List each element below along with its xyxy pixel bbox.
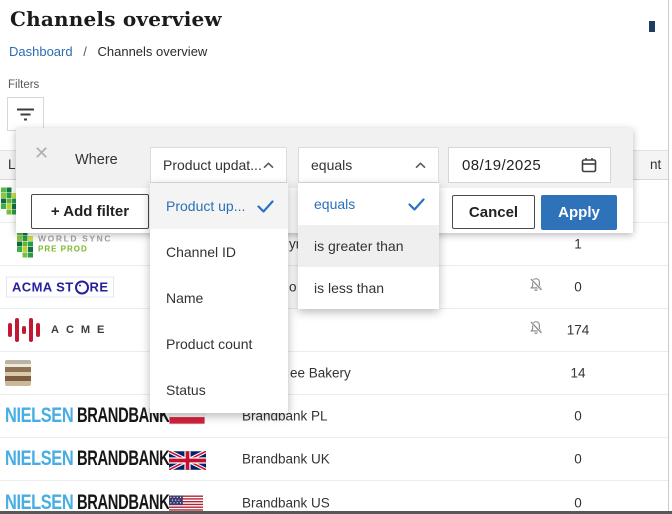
table-row[interactable]: NIELSEN BRANDBANK Brandbank UK 0 bbox=[0, 438, 668, 481]
channel-name: Brandbank UK bbox=[242, 452, 330, 467]
breadcrumb: Dashboard / Channels overview bbox=[9, 44, 207, 59]
acma-logo-text: ACMA ST bbox=[12, 280, 74, 295]
nielsen-logo-text: NIELSEN bbox=[5, 404, 73, 428]
channel-name: Brandbank US bbox=[242, 495, 330, 510]
menu-item-product-count[interactable]: Product count bbox=[150, 321, 288, 367]
product-count-value: 0 bbox=[558, 409, 598, 424]
chevron-up-icon bbox=[263, 162, 274, 169]
calendar-icon bbox=[581, 157, 597, 173]
product-count-column-header: nt bbox=[650, 157, 661, 172]
filter-toggle-button[interactable] bbox=[7, 97, 44, 131]
worldsync-preprod-text: PRE PROD bbox=[38, 244, 112, 253]
green-mosaic-logo-icon bbox=[1, 188, 17, 215]
filter-operator-value: equals bbox=[311, 157, 352, 173]
acma-logo-text2: RE bbox=[90, 280, 109, 295]
filter-operator-menu: equals is greater than is less than bbox=[298, 183, 439, 309]
filter-operator-dropdown[interactable]: equals bbox=[298, 147, 439, 183]
menu-item-label: Channel ID bbox=[166, 244, 236, 260]
menu-item-channel-id[interactable]: Channel ID bbox=[150, 229, 288, 275]
table-row[interactable]: ee Bakery 14 bbox=[0, 352, 668, 395]
window-right-border bbox=[668, 0, 669, 511]
remove-filter-icon[interactable]: ✕ bbox=[34, 144, 49, 162]
menu-item-equals[interactable]: equals bbox=[298, 183, 439, 225]
uk-flag-icon bbox=[169, 451, 206, 470]
green-mosaic-logo-icon bbox=[17, 231, 33, 258]
channel-name-fragment: ee Bakery bbox=[290, 366, 351, 381]
menu-item-label: Name bbox=[166, 290, 203, 306]
menu-item-name[interactable]: Name bbox=[150, 275, 288, 321]
acme-logo: ACME bbox=[8, 317, 111, 343]
notifications-off-icon bbox=[528, 320, 544, 341]
menu-item-label: Product count bbox=[166, 336, 252, 352]
where-label: Where bbox=[75, 152, 118, 168]
acme-bars-icon bbox=[8, 317, 40, 343]
product-count-value: 14 bbox=[558, 366, 598, 381]
worldsync-logo: WORLD SYNC PRE PROD bbox=[38, 235, 112, 254]
table-row[interactable]: NIELSEN BRANDBANK Brandbank US 0 bbox=[0, 481, 668, 514]
bakery-photo-logo bbox=[5, 360, 31, 386]
nielsen-logo-text: NIELSEN bbox=[5, 447, 73, 471]
cancel-button[interactable]: Cancel bbox=[452, 195, 535, 229]
table-row[interactable]: NIELSEN BRANDBANK Brandbank PL 0 bbox=[0, 395, 668, 438]
brandbank-logo-text: BRANDBANK bbox=[77, 447, 169, 471]
filter-lines-icon bbox=[16, 107, 35, 122]
apply-button[interactable]: Apply bbox=[541, 195, 617, 230]
channels-overview-page: Channels overview Dashboard / Channels o… bbox=[0, 0, 672, 514]
worldsync-logo-text: WORLD SYNC bbox=[38, 235, 112, 245]
notifications-off-icon bbox=[528, 277, 544, 298]
filter-date-input[interactable]: 08/19/2025 bbox=[448, 147, 611, 183]
breadcrumb-dashboard-link[interactable]: Dashboard bbox=[9, 44, 73, 59]
filter-field-menu: Product up... Channel ID Name Product co… bbox=[150, 183, 288, 413]
breadcrumb-current: Channels overview bbox=[97, 44, 207, 59]
menu-item-product-updated[interactable]: Product up... bbox=[150, 183, 288, 229]
menu-item-label: Status bbox=[166, 382, 206, 398]
menu-item-status[interactable]: Status bbox=[150, 367, 288, 413]
channel-name-fragment: o bbox=[289, 280, 297, 295]
menu-item-label: Product up... bbox=[166, 198, 245, 214]
chevron-up-icon bbox=[415, 162, 426, 169]
filter-field-value: Product updat... bbox=[163, 157, 262, 173]
product-count-value: 0 bbox=[558, 495, 598, 510]
menu-item-is-greater-than[interactable]: is greater than bbox=[298, 225, 439, 267]
acma-globe-o-icon bbox=[75, 280, 89, 294]
product-count-value: 174 bbox=[558, 323, 598, 338]
checkmark-icon bbox=[408, 198, 425, 211]
menu-item-label: is greater than bbox=[314, 238, 404, 254]
page-title: Channels overview bbox=[10, 7, 222, 31]
menu-item-is-less-than[interactable]: is less than bbox=[298, 267, 439, 309]
menu-item-label: equals bbox=[314, 196, 355, 212]
logo-column-header: L bbox=[8, 157, 16, 172]
filter-field-dropdown[interactable]: Product updat... bbox=[150, 147, 287, 183]
acma-store-logo: ACMA ST RE bbox=[6, 277, 114, 298]
add-filter-button[interactable]: + Add filter bbox=[31, 194, 149, 229]
table-row[interactable]: ACME 174 bbox=[0, 309, 668, 352]
acme-logo-text: ACME bbox=[51, 324, 111, 336]
product-count-value: 0 bbox=[558, 280, 598, 295]
filters-label: Filters bbox=[8, 79, 39, 91]
breadcrumb-separator: / bbox=[83, 44, 87, 59]
product-count-value: 1 bbox=[558, 237, 598, 252]
menu-item-label: is less than bbox=[314, 280, 384, 296]
artifact-mark bbox=[649, 21, 655, 32]
filter-date-value: 08/19/2025 bbox=[462, 157, 541, 174]
product-count-value: 0 bbox=[558, 452, 598, 467]
checkmark-icon bbox=[257, 200, 274, 213]
